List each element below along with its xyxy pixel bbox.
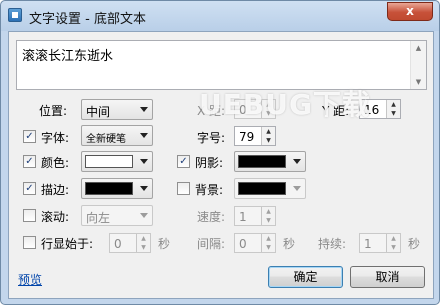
text-input-value: 滚滚长江东逝水 [22,49,114,64]
interval-label: 间隔: [197,237,226,251]
dialog-body: 滚滚长江东逝水 ▲ ▼ 位置: 中间 X 距: 0 ▲ ▼ Y 距: 16 ▲ ▼ … [8,31,434,299]
chevron-down-icon [293,186,301,191]
background-label: 背景: [195,183,224,197]
position-label: 位置: [39,104,68,118]
color-swatch [85,155,133,168]
shadow-swatch [238,155,286,168]
font-size-stepper[interactable]: 79 ▲ ▼ [234,126,276,146]
background-checkbox[interactable] [177,182,190,195]
speed-stepper[interactable]: 1 ▲ ▼ [234,206,276,226]
scroll-direction-select[interactable]: 向左 [81,205,153,226]
font-size-value: 79 [239,130,255,144]
duration-label: 持续: [318,237,347,251]
font-label: 字体: [41,131,70,145]
close-button[interactable]: x [387,2,433,21]
app-icon [8,8,22,22]
duration-stepper[interactable]: 1 ▲ ▼ [359,233,401,253]
scroll-down-icon[interactable]: ▼ [411,75,426,89]
font-size-label: 字号: [197,131,226,145]
show-at-label: 行显始于: [41,237,94,251]
stroke-swatch [85,182,133,195]
y-distance-spin-buttons[interactable]: ▲ ▼ [386,100,400,118]
chevron-down-icon [140,133,148,138]
font-checkbox[interactable]: ✓ [23,130,36,143]
chevron-down-icon [293,159,301,164]
ok-button[interactable]: 确定 [268,266,343,288]
chevron-down-icon [140,186,148,191]
font-size-spin-buttons[interactable]: ▲ ▼ [261,127,275,145]
position-select[interactable]: 中间 [81,99,153,120]
interval-value: 0 [239,237,247,251]
scroll-checkbox[interactable] [23,209,36,222]
show-at-unit: 秒 [158,237,171,251]
position-value: 中间 [86,105,111,119]
show-at-value: 0 [114,237,122,251]
interval-unit: 秒 [283,237,296,251]
interval-spin-buttons[interactable]: ▲ ▼ [261,234,275,252]
chevron-down-icon [140,107,148,112]
stroke-checkbox[interactable]: ✓ [23,182,36,195]
watermark: UEBUG下载 [199,88,371,121]
speed-label: 速度: [197,210,226,224]
background-color-picker[interactable] [234,178,306,199]
shadow-checkbox[interactable]: ✓ [177,155,190,168]
background-swatch [238,182,286,195]
speed-value: 1 [239,210,247,224]
scroll-up-icon[interactable]: ▲ [411,41,426,55]
speed-spin-buttons[interactable]: ▲ ▼ [261,207,275,225]
color-checkbox[interactable]: ✓ [23,155,36,168]
shadow-color-picker[interactable] [234,151,306,172]
show-at-stepper[interactable]: 0 ▲ ▼ [109,233,151,253]
shadow-label: 阴影: [195,156,224,170]
font-select[interactable]: 全新硬笔 [81,125,153,146]
chevron-down-icon [140,213,148,218]
color-label: 颜色: [41,156,70,170]
scroll-direction-value: 向左 [86,211,111,225]
duration-spin-buttons[interactable]: ▲ ▼ [386,234,400,252]
window-title: 文字设置 - 底部文本 [29,12,146,27]
duration-value: 1 [364,237,372,251]
font-value: 全新硬笔 [86,134,126,145]
show-at-spin-buttons[interactable]: ▲ ▼ [136,234,150,252]
stroke-label: 描边: [41,183,70,197]
stroke-color-picker[interactable] [81,178,153,199]
title-bar[interactable]: 文字设置 - 底部文本 x [1,1,439,31]
scroll-label: 滚动: [41,210,70,224]
color-picker[interactable] [81,151,153,172]
chevron-down-icon [140,159,148,164]
duration-unit: 秒 [408,237,421,251]
dialog-window: 文字设置 - 底部文本 x 滚滚长江东逝水 ▲ ▼ 位置: 中间 X 距: 0 … [0,0,440,305]
show-at-checkbox[interactable] [23,236,36,249]
text-scrollbar[interactable]: ▲ ▼ [410,41,426,89]
interval-stepper[interactable]: 0 ▲ ▼ [234,233,276,253]
cancel-button[interactable]: 取消 [350,266,425,288]
preview-link[interactable]: 预览 [18,271,42,288]
